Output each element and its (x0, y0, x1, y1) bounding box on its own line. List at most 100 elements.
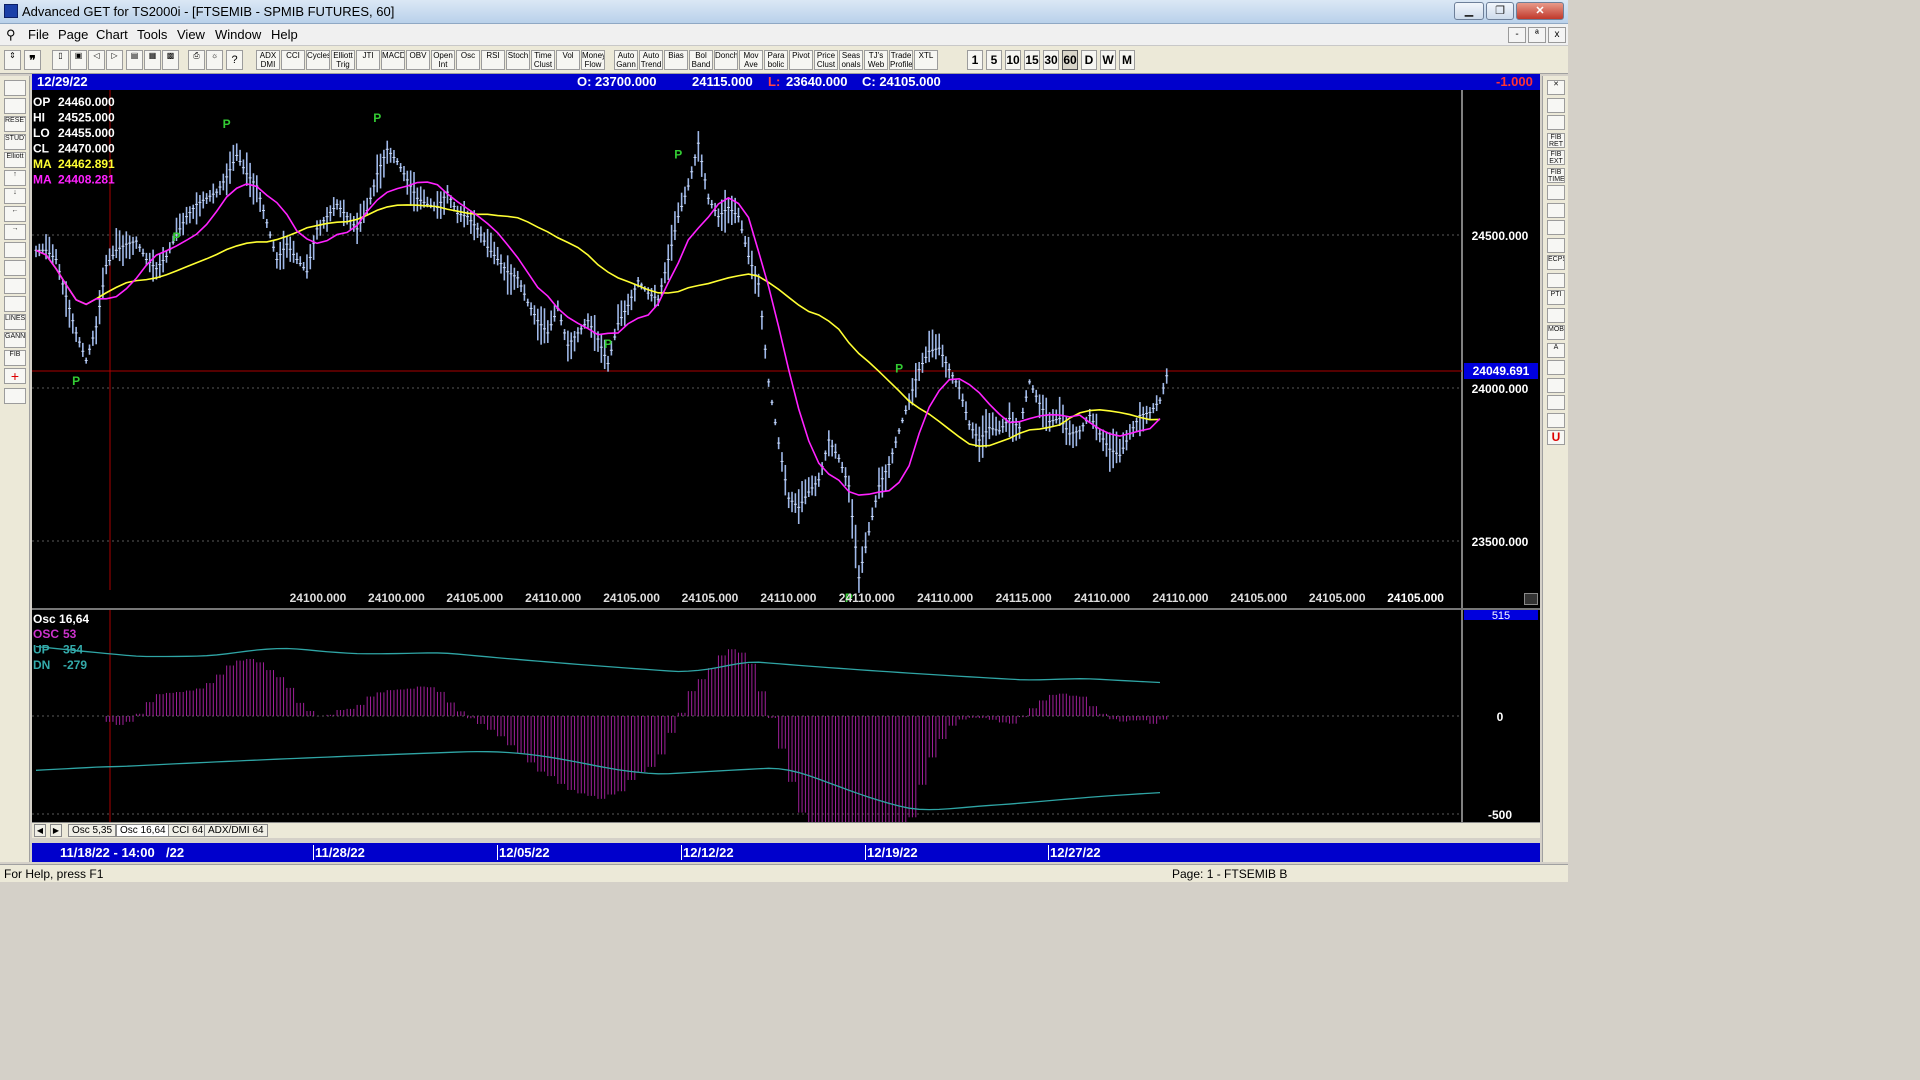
right-tool-button[interactable]: ECPS (1547, 255, 1565, 270)
study-button[interactable]: Auto Gann (614, 50, 638, 70)
left-tool-button[interactable]: ↑ (4, 170, 26, 186)
left-tool-button[interactable]: → (4, 224, 26, 240)
right-tool-button[interactable]: A (1547, 342, 1565, 358)
tab-scroll-left-button[interactable]: ◀ (34, 824, 46, 837)
menu-file[interactable]: File (28, 27, 49, 42)
study-button[interactable]: Elliott Trig (331, 50, 355, 70)
study-button[interactable]: Price Clust (814, 50, 838, 70)
right-tool-button[interactable] (1547, 97, 1565, 113)
right-tool-button[interactable] (1547, 272, 1565, 288)
menu-tools[interactable]: Tools (137, 27, 167, 42)
interval-button[interactable]: 1 (967, 50, 983, 70)
study-button[interactable]: ADX DMI (256, 50, 280, 70)
price-chart[interactable]: PPPPPPPP 24500.000 24000.000 23500.000 240… (32, 90, 1540, 608)
maximize-button[interactable]: ❐ (1486, 2, 1514, 20)
study-button[interactable]: Cycles (306, 50, 330, 70)
interval-button[interactable]: 5 (986, 50, 1002, 70)
print-icon[interactable]: ⎙ (188, 50, 205, 70)
tile-icon[interactable]: ▩ (162, 50, 179, 70)
left-tool-button[interactable] (4, 296, 26, 312)
left-tool-button[interactable] (4, 98, 26, 114)
cursor-tool-icon[interactable]: ⇕ (4, 50, 21, 70)
interval-button[interactable]: 15 (1024, 50, 1040, 70)
left-tool-button[interactable] (4, 260, 26, 276)
chart-corner-icon[interactable] (1524, 593, 1538, 605)
study-button[interactable]: Vol (556, 50, 580, 70)
menu-help[interactable]: Help (271, 27, 298, 42)
study-button[interactable]: Bol Band (689, 50, 713, 70)
right-tool-button[interactable]: MOB (1547, 325, 1565, 340)
study-button[interactable]: Auto Trend (639, 50, 663, 70)
right-tool-button[interactable] (1547, 307, 1565, 323)
left-tool-button[interactable] (4, 278, 26, 294)
right-tool-button[interactable] (1547, 395, 1565, 410)
interval-button[interactable]: M (1119, 50, 1135, 70)
minimize-button[interactable]: ▁ (1454, 2, 1484, 20)
back-icon[interactable]: ◁ (88, 50, 105, 70)
study-button[interactable]: Open Int (431, 50, 455, 70)
chart-window-icon[interactable]: ▤ (126, 50, 143, 70)
left-tool-button[interactable]: GANN (4, 332, 26, 348)
study-button[interactable]: Time Clust (531, 50, 555, 70)
menu-chart[interactable]: Chart (96, 27, 128, 42)
right-tool-button[interactable]: FIB TIME (1547, 167, 1565, 183)
right-tool-button[interactable]: FIB EXT (1547, 150, 1565, 165)
study-button[interactable]: Bias (664, 50, 688, 70)
right-tool-button[interactable] (1547, 360, 1565, 375)
left-tool-button[interactable]: ↓ (4, 188, 26, 204)
close-button[interactable]: ✕ (1516, 2, 1564, 20)
study-button[interactable]: TJ's Web (864, 50, 888, 70)
grid-icon[interactable]: ▦ (144, 50, 161, 70)
left-tool-button[interactable]: RESET (4, 116, 26, 132)
lightbulb-icon[interactable]: ☼ (206, 50, 223, 70)
left-tool-button[interactable]: ← (4, 206, 26, 222)
new-page-icon[interactable]: ▯ (52, 50, 69, 70)
menu-window[interactable]: Window (215, 27, 261, 42)
study-button[interactable]: XTL (914, 50, 938, 70)
left-tool-button[interactable]: LINES (4, 314, 26, 330)
right-tool-button[interactable]: ✕ (1547, 80, 1565, 95)
study-button[interactable]: Seas onals (839, 50, 863, 70)
left-tool-button[interactable]: STUDY (4, 134, 26, 150)
tab-scroll-right-button[interactable]: ▶ (50, 824, 62, 837)
mdi-close-button[interactable]: x (1548, 27, 1566, 43)
right-tool-button[interactable] (1547, 202, 1565, 218)
save-icon[interactable]: ▣ (70, 50, 87, 70)
right-tool-button[interactable] (1547, 185, 1565, 200)
interval-button[interactable]: D (1081, 50, 1097, 70)
left-tool-button[interactable] (4, 388, 26, 404)
interval-button[interactable]: 10 (1005, 50, 1021, 70)
right-tool-button[interactable] (1547, 377, 1565, 393)
mdi-restore-button[interactable]: ª (1528, 27, 1546, 43)
help-cursor-icon[interactable]: ? (226, 50, 243, 70)
left-tool-button[interactable] (4, 80, 26, 96)
interval-button[interactable]: 60 (1062, 50, 1078, 70)
menu-view[interactable]: View (177, 27, 205, 42)
left-tool-button[interactable]: Elliott (4, 152, 26, 168)
study-button[interactable]: Trade Profile (889, 50, 913, 70)
study-button[interactable]: Donch (714, 50, 738, 70)
right-tool-button[interactable] (1547, 412, 1565, 428)
study-button[interactable]: CCI (281, 50, 305, 70)
forward-icon[interactable]: ▷ (106, 50, 123, 70)
right-tool-button[interactable] (1547, 115, 1565, 130)
study-button[interactable]: MACD (381, 50, 405, 70)
right-tool-button[interactable]: U (1547, 430, 1565, 445)
study-button[interactable]: JTI (356, 50, 380, 70)
right-tool-button[interactable] (1547, 220, 1565, 235)
menu-page[interactable]: Page (58, 27, 88, 42)
interval-button[interactable]: 30 (1043, 50, 1059, 70)
quote-icon[interactable]: ❞ (24, 50, 41, 70)
study-button[interactable]: Mov Ave (739, 50, 763, 70)
oscillator-panel[interactable]: 515 0 -500 Osc 16,64 OSC 53 UP 354 DN -279 (32, 608, 1540, 822)
study-button[interactable]: RSI (481, 50, 505, 70)
study-button[interactable]: Para bolic (764, 50, 788, 70)
study-tab[interactable]: Osc 16,64 (116, 824, 170, 837)
interval-button[interactable]: W (1100, 50, 1116, 70)
mdi-minimize-button[interactable]: - (1508, 27, 1526, 43)
study-tab[interactable]: CCI 64 (168, 824, 208, 837)
right-tool-button[interactable] (1547, 237, 1565, 253)
study-button[interactable]: OBV (406, 50, 430, 70)
left-tool-button[interactable]: FIB (4, 350, 26, 366)
study-button[interactable]: Money Flow (581, 50, 605, 70)
